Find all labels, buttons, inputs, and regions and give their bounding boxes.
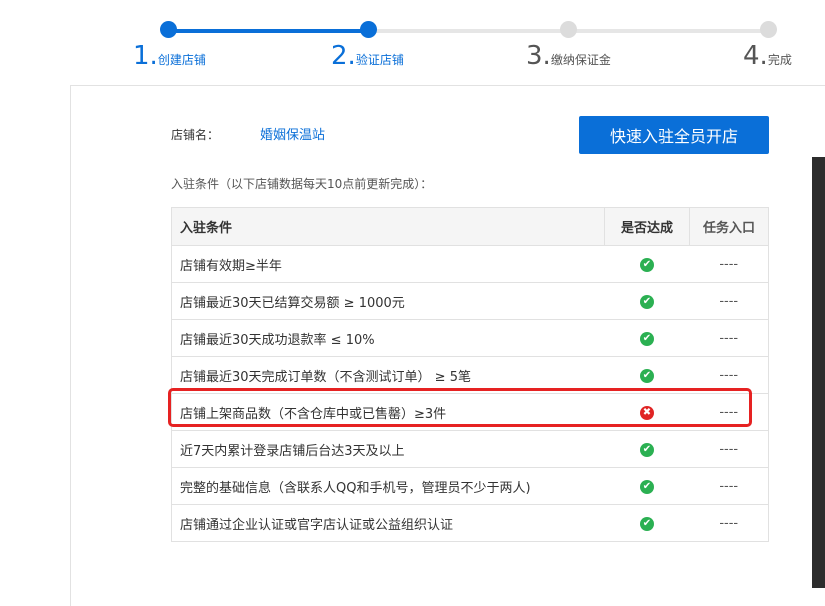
step-3-dot xyxy=(560,21,577,38)
achieved-cell: ✔ xyxy=(604,282,690,320)
table-row: 完整的基础信息（含联系人QQ和手机号，管理员不少于两人) ✔ ---- xyxy=(171,467,769,505)
table-row: 近7天内累计登录店铺后台达3天及以上 ✔ ---- xyxy=(171,430,769,468)
step-4-text: 完成 xyxy=(767,53,792,67)
step-2-text: 验证店铺 xyxy=(355,53,404,67)
shop-name-link[interactable]: 婚姻保温站 xyxy=(260,124,325,143)
check-circle-icon: ✔ xyxy=(640,332,654,346)
progress-stepper: 1.创建店铺 2.验证店铺 3.缴纳保证金 4.完成 xyxy=(0,0,825,85)
task-entry-cell: ---- xyxy=(689,356,769,394)
achieved-cell: ✔ xyxy=(604,245,690,283)
step-3-label: 3.缴纳保证金 xyxy=(526,40,611,72)
condition-text: 店铺最近30天成功退款率 ≤ 10% xyxy=(171,319,605,357)
check-circle-icon: ✔ xyxy=(640,295,654,309)
header-task-entry: 任务入口 xyxy=(689,207,769,246)
conditions-intro: 入驻条件（以下店铺数据每天10点前更新完成）： xyxy=(171,177,433,191)
table-row: 店铺最近30天成功退款率 ≤ 10% ✔ ---- xyxy=(171,319,769,357)
table-row: 店铺上架商品数（不含仓库中或已售罄）≥3件 ✖ ---- xyxy=(171,393,769,431)
task-entry-cell: ---- xyxy=(689,504,769,542)
task-entry-cell: ---- xyxy=(689,282,769,320)
task-entry-cell: ---- xyxy=(689,319,769,357)
check-circle-icon: ✔ xyxy=(640,480,654,494)
table-row: 店铺通过企业认证或官字店认证或公益组织认证 ✔ ---- xyxy=(171,504,769,542)
condition-text: 完整的基础信息（含联系人QQ和手机号，管理员不少于两人) xyxy=(171,467,605,505)
step-3-text: 缴纳保证金 xyxy=(550,53,611,67)
condition-text: 店铺上架商品数（不含仓库中或已售罄）≥3件 xyxy=(171,393,605,431)
task-entry-cell: ---- xyxy=(689,467,769,505)
step-1-number: 1. xyxy=(133,41,158,71)
side-panel-edge xyxy=(812,157,825,588)
table-row: 店铺最近30天已结算交易额 ≥ 1000元 ✔ ---- xyxy=(171,282,769,320)
step-1-dot xyxy=(160,21,177,38)
conditions-table-body: 店铺有效期≥半年 ✔ ---- 店铺最近30天已结算交易额 ≥ 1000元 ✔ ---- 店… xyxy=(171,245,769,542)
achieved-cell: ✔ xyxy=(604,319,690,357)
quick-open-shop-button[interactable]: 快速入驻全员开店 xyxy=(579,116,769,154)
header-condition: 入驻条件 xyxy=(171,207,605,246)
condition-text: 店铺有效期≥半年 xyxy=(171,245,605,283)
shop-name-label: 店铺名： xyxy=(171,128,220,142)
condition-text: 近7天内累计登录店铺后台达3天及以上 xyxy=(171,430,605,468)
step-2-number: 2. xyxy=(331,41,356,71)
step-2-dot xyxy=(360,21,377,38)
condition-text: 店铺通过企业认证或官字店认证或公益组织认证 xyxy=(171,504,605,542)
step-3-number: 3. xyxy=(526,41,551,71)
achieved-cell: ✔ xyxy=(604,504,690,542)
table-row: 店铺最近30天完成订单数（不含测试订单） ≥ 5笔 ✔ ---- xyxy=(171,356,769,394)
cross-circle-icon: ✖ xyxy=(640,406,654,420)
step-1-label: 1.创建店铺 xyxy=(133,40,206,72)
achieved-cell: ✖ xyxy=(604,393,690,431)
table-header-row: 入驻条件 是否达成 任务入口 xyxy=(171,207,769,246)
step-4-number: 4. xyxy=(743,41,768,71)
check-circle-icon: ✔ xyxy=(640,443,654,457)
condition-text: 店铺最近30天完成订单数（不含测试订单） ≥ 5笔 xyxy=(171,356,605,394)
task-entry-cell: ---- xyxy=(689,245,769,283)
condition-text: 店铺最近30天已结算交易额 ≥ 1000元 xyxy=(171,282,605,320)
stepper-track-done xyxy=(168,29,368,33)
header-achieved: 是否达成 xyxy=(604,207,690,246)
step-4-label: 4.完成 xyxy=(743,40,792,72)
table-row: 店铺有效期≥半年 ✔ ---- xyxy=(171,245,769,283)
step-4-dot xyxy=(760,21,777,38)
conditions-table: 入驻条件 是否达成 任务入口 店铺有效期≥半年 ✔ ---- 店铺最近30天已结算交易… xyxy=(171,207,769,542)
task-entry-cell: ---- xyxy=(689,393,769,431)
check-circle-icon: ✔ xyxy=(640,369,654,383)
step-1-text: 创建店铺 xyxy=(157,53,206,67)
check-circle-icon: ✔ xyxy=(640,258,654,272)
check-circle-icon: ✔ xyxy=(640,517,654,531)
achieved-cell: ✔ xyxy=(604,356,690,394)
task-entry-cell: ---- xyxy=(689,430,769,468)
achieved-cell: ✔ xyxy=(604,467,690,505)
achieved-cell: ✔ xyxy=(604,430,690,468)
step-2-label: 2.验证店铺 xyxy=(331,40,404,72)
